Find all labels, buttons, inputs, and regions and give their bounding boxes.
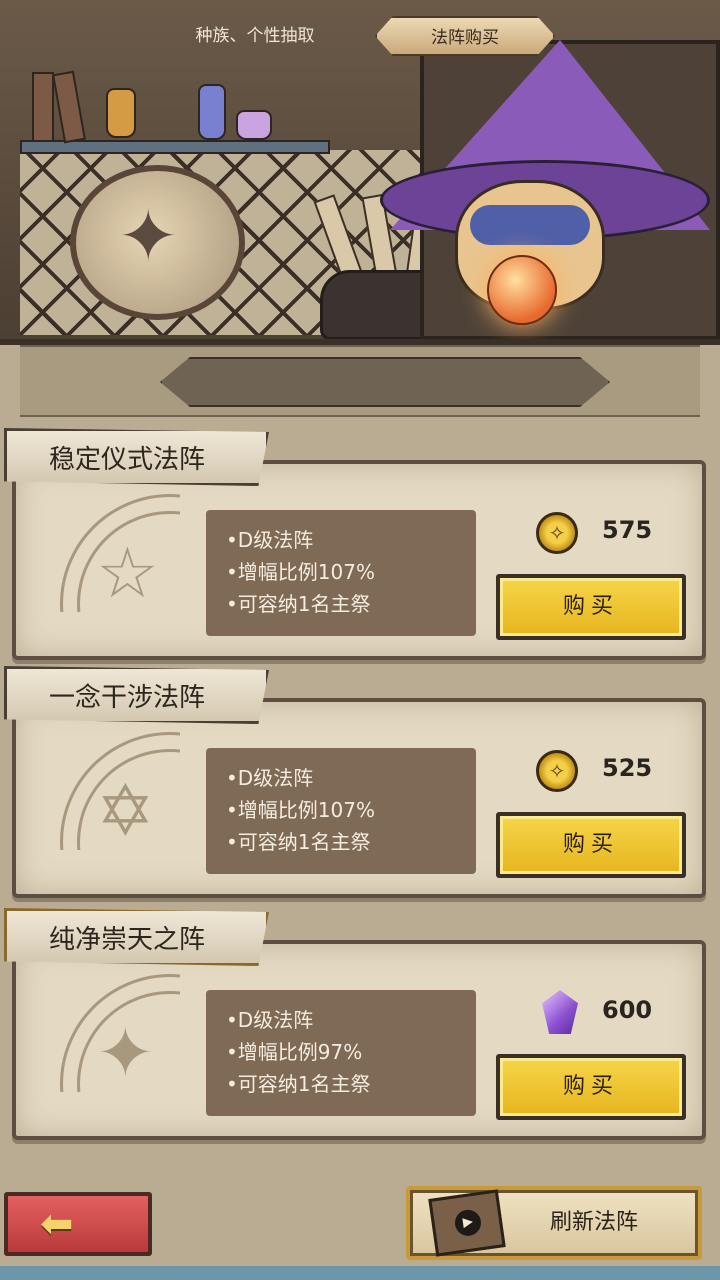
tab-bar <box>20 345 700 417</box>
info-box: •D级法阵 •增幅比例107% •可容纳1名主祭 <box>206 510 476 636</box>
tab-track <box>160 357 610 407</box>
info-line: •可容纳1名主祭 <box>226 592 371 616</box>
price-row: ✧ 575 <box>536 508 686 560</box>
header-scene: ✦ <box>0 0 720 345</box>
info-box: •D级法阵 •增幅比例97% •可容纳1名主祭 <box>206 990 476 1116</box>
card-title: 纯净崇天之阵 <box>4 908 269 966</box>
potion-bottle-icon <box>236 110 272 140</box>
back-button[interactable]: ⬅ <box>4 1192 152 1256</box>
gold-coin-icon: ✧ <box>536 750 578 792</box>
array-card: 一念干涉法阵 ✡ •D级法阵 •增幅比例107% •可容纳1名主祭 ✧ 525 … <box>4 666 706 898</box>
array-card: 稳定仪式法阵 ☆ •D级法阵 •增幅比例107% •可容纳1名主祭 ✧ 575 … <box>4 428 706 660</box>
info-line: •增幅比例107% <box>226 560 375 584</box>
card-title: 稳定仪式法阵 <box>4 428 269 486</box>
video-ad-icon: ▶ <box>428 1189 506 1257</box>
buy-button[interactable]: 购买 <box>496 1054 686 1120</box>
refresh-label: 刷新法阵 <box>550 1210 639 1235</box>
tab-array-shop[interactable]: 法阵购买 <box>375 16 555 56</box>
star-icon: ✦ <box>118 194 179 278</box>
purple-gem-icon <box>542 990 578 1034</box>
potion-bottle-icon <box>198 84 226 140</box>
back-arrow-icon: ⬅ <box>40 1201 74 1247</box>
card-title: 一念干涉法阵 <box>4 666 269 724</box>
refresh-array-button[interactable]: ▶ 刷新法阵 <box>406 1186 702 1260</box>
bottom-strip <box>0 1266 720 1280</box>
info-line: •可容纳1名主祭 <box>226 830 371 854</box>
info-line: •D级法阵 <box>226 528 314 552</box>
buy-button[interactable]: 购买 <box>496 574 686 640</box>
info-line: •D级法阵 <box>226 766 314 790</box>
price: 525 <box>602 754 653 782</box>
book-icon <box>52 70 86 144</box>
info-line: •可容纳1名主祭 <box>226 1072 371 1096</box>
info-box: •D级法阵 •增幅比例107% •可容纳1名主祭 <box>206 748 476 874</box>
potion-bottle-icon <box>106 88 136 138</box>
info-line: •D级法阵 <box>226 1008 314 1032</box>
buy-button[interactable]: 购买 <box>496 812 686 878</box>
price: 600 <box>602 996 653 1024</box>
price: 575 <box>602 516 653 544</box>
array-card: 纯净崇天之阵 ✦ •D级法阵 •增幅比例97% •可容纳1名主祭 600 购买 <box>4 908 706 1140</box>
gold-coin-icon: ✧ <box>536 512 578 554</box>
crystal-ball-icon <box>487 255 557 325</box>
magic-circle-icon: ✦ <box>60 974 180 1092</box>
tab-race-trait[interactable]: 种族、个性抽取 <box>165 16 345 56</box>
price-row: 600 <box>536 988 686 1040</box>
info-line: •增幅比例97% <box>226 1040 363 1064</box>
magic-circle-icon: ☆ <box>60 494 180 612</box>
magic-circle-icon: ✡ <box>60 732 180 850</box>
cat-mask <box>470 205 590 245</box>
price-row: ✧ 525 <box>536 746 686 798</box>
info-line: •增幅比例107% <box>226 798 375 822</box>
book-icon <box>32 72 54 142</box>
